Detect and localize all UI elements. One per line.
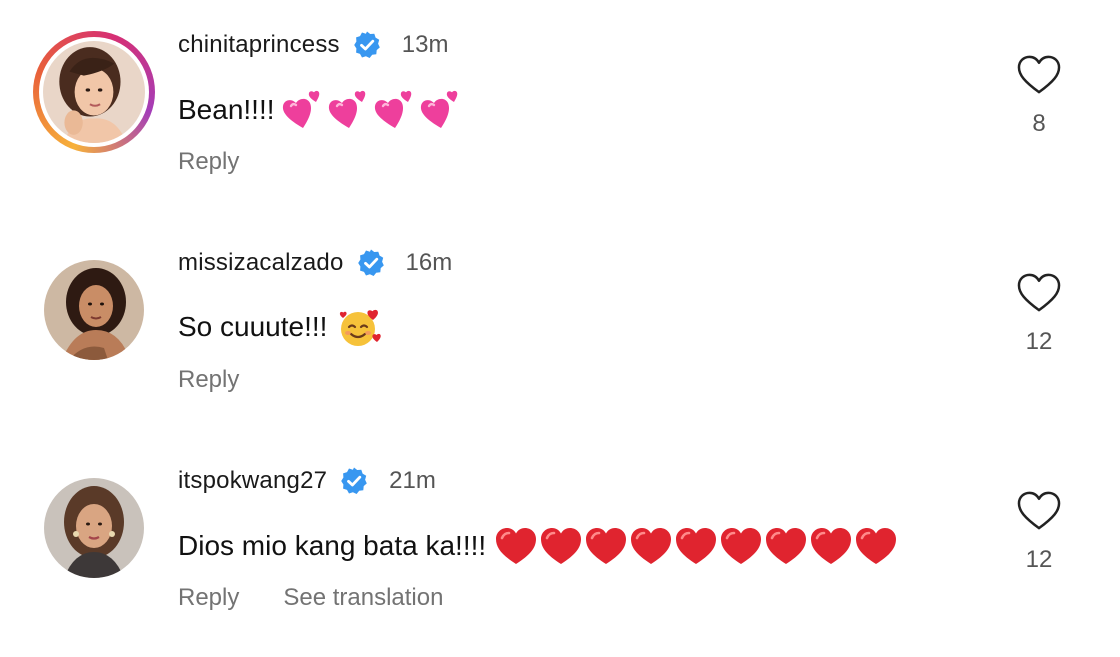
comment-header: missizacalzado 16m [178, 246, 452, 280]
smiling-face-with-hearts-icon [340, 309, 382, 346]
verified-badge-icon [341, 467, 367, 494]
red-heart-emoji-icon [496, 526, 897, 566]
heart-outline-icon[interactable] [1016, 54, 1062, 96]
comment-text: Bean!!!! [178, 88, 469, 132]
comment-text: Dios mio kang bata ka!!!! [178, 524, 897, 568]
story-ring[interactable] [33, 31, 155, 153]
like-section: 12 [1016, 272, 1062, 356]
emoji-sequence [279, 88, 469, 132]
comment-timestamp[interactable]: 16m [406, 249, 453, 277]
comment-actions: Reply [178, 366, 239, 394]
avatar[interactable] [44, 478, 144, 578]
comment-item: chinitaprincess 13m Bean!!!! Reply 8 [0, 12, 1120, 212]
verified-badge-icon [353, 31, 380, 58]
comment-body: So cuuute!!! [178, 311, 328, 342]
comment-header: itspokwang27 21m [178, 464, 436, 498]
like-section: 8 [1016, 54, 1062, 138]
avatar[interactable] [44, 260, 144, 360]
comment-body: Bean!!!! [178, 94, 275, 125]
comment-item: missizacalzado 16m So cuuute!!! Reply 12 [0, 230, 1120, 430]
verified-badge-icon [357, 249, 384, 276]
comment-header: chinitaprincess 13m [178, 28, 448, 62]
heart-outline-icon[interactable] [1016, 490, 1062, 532]
sparkling-heart-emoji-icon [282, 89, 458, 130]
username-link[interactable]: itspokwang27 [178, 467, 327, 495]
reply-button[interactable]: Reply [178, 148, 239, 176]
see-translation-button[interactable]: See translation [283, 584, 443, 612]
emoji-sequence [337, 306, 383, 348]
comment-actions: Reply [178, 148, 239, 176]
like-count: 12 [1025, 328, 1053, 355]
reply-button[interactable]: Reply [178, 366, 239, 394]
like-count: 8 [1032, 110, 1046, 137]
like-count: 12 [1025, 546, 1053, 573]
reply-button[interactable]: Reply [178, 584, 239, 612]
comment-body: Dios mio kang bata ka!!!! [178, 530, 487, 561]
heart-outline-icon[interactable] [1016, 272, 1062, 314]
username-link[interactable]: chinitaprincess [178, 31, 340, 59]
comment-timestamp[interactable]: 21m [389, 467, 436, 495]
like-section: 12 [1016, 490, 1062, 574]
avatar[interactable] [43, 41, 145, 143]
comment-actions: Reply See translation [178, 584, 443, 612]
emoji-sequence [494, 524, 897, 568]
comment-text: So cuuute!!! [178, 306, 383, 348]
comment-item: itspokwang27 21m Dios mio kang bata ka!!… [0, 448, 1120, 648]
comment-timestamp[interactable]: 13m [402, 31, 449, 59]
username-link[interactable]: missizacalzado [178, 249, 344, 277]
